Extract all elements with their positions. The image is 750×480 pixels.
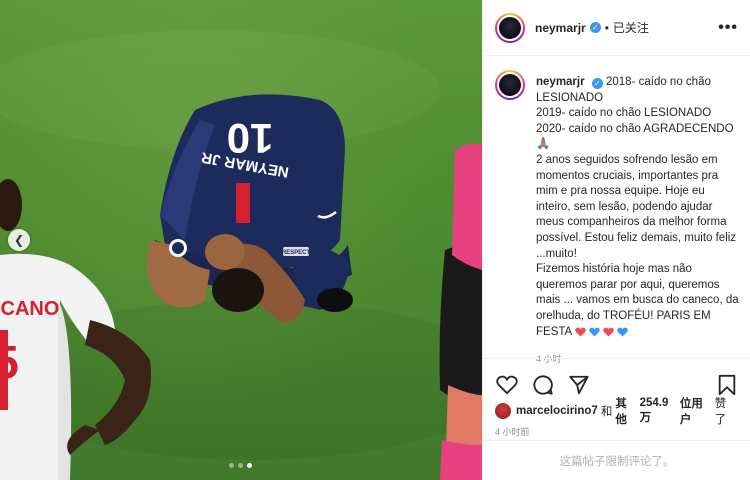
comment-button[interactable] [531, 373, 555, 397]
verified-badge-icon: ✓ [589, 22, 601, 33]
follow-status-button[interactable]: 已关注 [613, 19, 649, 36]
like-button[interactable] [495, 373, 519, 397]
post-header: neymarjr ✓ • 已关注 ••• [483, 0, 750, 56]
verified-badge-icon: ✓ [591, 78, 603, 90]
caption: neymarjr ✓ 2018- caído no chão LESIONADO… [495, 70, 740, 365]
likes-suffix[interactable]: 位用户 [680, 395, 712, 427]
caption-body: neymarjr ✓ 2018- caído no chão LESIONADO… [536, 70, 740, 340]
caption-text: 2018- caído no chão LESIONADO 2019- caíd… [536, 76, 739, 338]
post-actions-section: marcelocirino7 和 其他 254.9万 位用户 赞了 4 小时前 [483, 358, 750, 438]
carousel-dot [238, 463, 243, 468]
likes-count[interactable]: 254.9万 [640, 397, 677, 425]
carousel-dots [229, 463, 252, 468]
comment-icon [533, 375, 553, 395]
blue-heart-icon [589, 327, 600, 337]
liker-avatar[interactable] [495, 403, 511, 419]
more-options-icon[interactable]: ••• [718, 19, 738, 37]
likes-summary: marcelocirino7 和 其他 254.9万 位用户 赞了 [483, 397, 750, 426]
sleeve-patch-text: RESPECT [282, 250, 311, 256]
red-heart-icon [603, 327, 614, 337]
caption-avatar[interactable] [495, 70, 525, 100]
share-button[interactable] [567, 373, 591, 397]
post-photo: 10 NEYMAR JR CANO 5 RESPECT ❮ [0, 0, 482, 480]
share-icon [569, 375, 589, 395]
photo-scene: 10 NEYMAR JR CANO 5 RESPECT [0, 30, 482, 480]
likes-liked: 赞了 [714, 398, 727, 426]
post-side-panel: neymarjr ✓ • 已关注 ••• neymarjr ✓ 2018- ca… [482, 0, 750, 480]
blue-heart-icon [617, 327, 628, 337]
opponent-number-text: 5 [0, 336, 19, 388]
carousel-dot-active [247, 463, 252, 468]
bookmark-icon [718, 374, 736, 396]
carousel-prev-button[interactable]: ❮ [8, 229, 30, 251]
red-heart-icon [575, 327, 586, 337]
carousel-dot [229, 463, 234, 468]
likes-and: 和 [600, 406, 613, 418]
save-button[interactable] [715, 373, 739, 397]
heart-emojis [575, 327, 628, 337]
avatar[interactable] [495, 12, 525, 43]
chevron-left-icon: ❮ [13, 233, 25, 247]
opponent-name-text: CANO [1, 298, 60, 320]
likes-others-label[interactable]: 其他 [615, 395, 636, 427]
header-username[interactable]: neymarjr [535, 21, 586, 35]
separator-dot: • [604, 20, 609, 35]
comments-restricted-notice: 这篇帖子限制评论了。 [483, 440, 750, 480]
liker-username[interactable]: marcelocirino7 [516, 405, 598, 417]
caption-username[interactable]: neymarjr [536, 76, 585, 88]
heart-outline-icon [496, 375, 518, 395]
